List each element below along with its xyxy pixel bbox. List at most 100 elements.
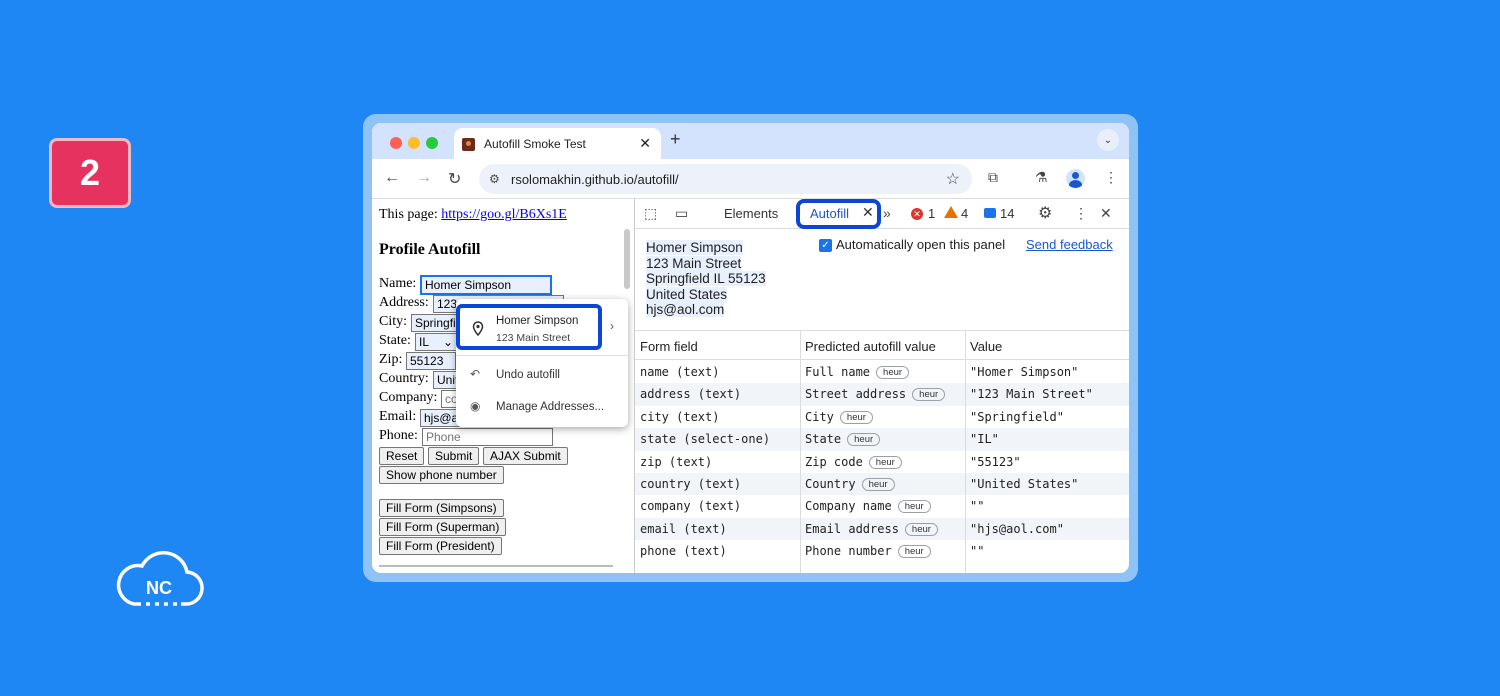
minimize-window-button[interactable] — [408, 137, 420, 149]
address-bar[interactable]: ⚙ rsolomakhin.github.io/autofill/ ☆ — [479, 164, 972, 194]
forward-button[interactable]: → — [416, 169, 432, 187]
close-window-button[interactable] — [390, 137, 402, 149]
reload-button[interactable]: ↻ — [448, 169, 461, 189]
heuristic-badge: heur — [897, 500, 931, 514]
predicted-cell: Street address heur — [800, 383, 965, 405]
table-row[interactable]: zip (text) Zip code heur "55123" — [635, 451, 1129, 473]
zip-input[interactable]: 55123 — [406, 352, 456, 370]
submit-button[interactable]: Submit — [428, 447, 480, 465]
fill-simpsons-button[interactable]: Fill Form (Simpsons) — [379, 499, 504, 517]
table-row[interactable]: phone (text) Phone number heur "" — [635, 540, 1129, 562]
undo-autofill-item[interactable]: Undo autofill — [496, 369, 560, 381]
profile-avatar-icon[interactable] — [1066, 169, 1085, 188]
message-icon[interactable] — [984, 208, 996, 218]
value-cell: "123 Main Street" — [970, 387, 1093, 402]
table-row[interactable]: name (text) Full name heur "Homer Simpson" — [635, 361, 1129, 383]
devtools-panel: ⬚ ▭ Elements Autofill ✕ » ✕ 1 4 14 ⚙ ⋮ ✕ — [634, 199, 1129, 573]
error-icon[interactable]: ✕ — [911, 208, 923, 220]
suggestion-address: 123 Main Street — [496, 332, 571, 344]
address-suggestion[interactable]: Homer Simpson 123 Main Street — [456, 304, 602, 350]
table-row[interactable]: city (text) City heur "Springfield" — [635, 406, 1129, 428]
favicon-icon — [462, 138, 475, 151]
manage-addresses-item[interactable]: Manage Addresses... — [496, 401, 604, 413]
table-row[interactable]: email (text) Email address heur "hjs@aol.co… — [635, 517, 1129, 541]
column-header-form-field[interactable]: Form field — [635, 331, 800, 360]
predicted-cell: Company name heur — [800, 495, 965, 517]
state-select[interactable]: IL ⌄ — [415, 333, 457, 351]
short-link[interactable]: https://goo.gl/B6Xs1E — [441, 207, 567, 222]
warning-icon[interactable] — [944, 206, 958, 218]
message-count[interactable]: 14 — [1000, 206, 1014, 221]
email-input[interactable]: hjs@a — [420, 409, 460, 427]
bookmark-star-icon[interactable]: ☆ — [946, 169, 960, 189]
settings-gear-icon[interactable]: ⚙ — [1038, 203, 1052, 223]
tab-autofill-smoke-test[interactable]: Autofill Smoke Test ✕ — [454, 128, 661, 159]
predicted-value: Zip code — [805, 454, 863, 469]
predicted-cell: Zip code heur — [800, 451, 965, 473]
close-autofill-tab-icon[interactable]: ✕ — [862, 204, 874, 221]
heuristic-badge: heur — [861, 478, 895, 491]
predicted-value: Street address — [805, 387, 907, 402]
predicted-cell: State heur — [800, 428, 965, 450]
device-toolbar-icon[interactable]: ▭ — [675, 205, 688, 222]
table-row[interactable]: address (text) Street address heur "123 Mai… — [635, 383, 1129, 406]
value-cell: "hjs@aol.com" — [970, 521, 1064, 536]
ajax-submit-button[interactable]: AJAX Submit — [483, 447, 568, 465]
auto-open-checkbox[interactable]: ✓ — [819, 239, 832, 252]
tab-autofill[interactable]: Autofill ✕ — [796, 199, 881, 229]
extensions-icon[interactable]: ⧉ — [988, 169, 998, 186]
page-heading: Profile Autofill — [379, 241, 481, 258]
error-count[interactable]: 1 — [928, 206, 935, 221]
autofill-tab-label: Autofill — [810, 206, 850, 221]
url-text[interactable]: rsolomakhin.github.io/autofill/ — [511, 172, 679, 187]
send-feedback-link[interactable]: Send feedback — [1026, 237, 1113, 252]
table-row[interactable]: state (select-one) State heur "IL" — [635, 428, 1129, 451]
fill-president-button[interactable]: Fill Form (President) — [379, 537, 502, 555]
column-header-value[interactable]: Value — [965, 331, 1129, 360]
column-header-predicted[interactable]: Predicted autofill value — [800, 331, 965, 360]
new-tab-button[interactable]: + — [670, 129, 681, 150]
browser-frame: Autofill Smoke Test ✕ + ⌄ ← → ↻ ⚙ rsolom… — [363, 114, 1138, 582]
fill-superman-button[interactable]: Fill Form (Superman) — [379, 518, 507, 536]
predicted-value: Company name — [805, 499, 892, 514]
predicted-cell: Full name heur — [800, 361, 965, 383]
phone-input[interactable]: Phone — [422, 428, 553, 446]
heuristic-badge: heur — [868, 455, 902, 469]
maximize-window-button[interactable] — [426, 137, 438, 149]
labs-flask-icon[interactable]: ⚗ — [1035, 169, 1048, 186]
heuristic-badge: heur — [839, 410, 873, 424]
close-tab-icon[interactable]: ✕ — [639, 135, 651, 152]
label-country: Country: — [379, 371, 429, 386]
label-city: City: — [379, 314, 408, 329]
value-cell: "" — [970, 499, 985, 514]
page-scrollbar[interactable] — [624, 229, 630, 289]
show-phone-button[interactable]: Show phone number — [379, 466, 504, 484]
tab-elements[interactable]: Elements — [724, 206, 778, 221]
form-field-cell: country (text) — [640, 477, 742, 491]
label-zip: Zip: — [379, 352, 403, 367]
tab-search-chevron-icon[interactable]: ⌄ — [1097, 129, 1119, 151]
label-email: Email: — [379, 409, 417, 424]
close-devtools-icon[interactable]: ✕ — [1100, 205, 1112, 222]
site-info-icon[interactable]: ⚙ — [489, 172, 500, 186]
popup-divider — [456, 355, 628, 356]
chevron-right-icon[interactable]: › — [610, 319, 614, 333]
devtools-menu-icon[interactable]: ⋮ — [1074, 205, 1088, 222]
table-row[interactable]: country (text) Country heur "United States" — [635, 473, 1129, 496]
back-button[interactable]: ← — [384, 169, 400, 187]
filled-address-block: Homer Simpson 123 Main Street Springfiel… — [646, 240, 766, 318]
label-state: State: — [379, 333, 411, 348]
form-field-cell: address (text) — [640, 387, 742, 402]
reset-button[interactable]: Reset — [379, 447, 425, 465]
predicted-cell: City heur — [800, 406, 965, 428]
city-input[interactable]: Springfield — [411, 314, 461, 332]
inspect-element-icon[interactable]: ⬚ — [644, 205, 657, 222]
menu-kebab-icon[interactable]: ⋮ — [1104, 169, 1118, 186]
value-cell: "" — [970, 544, 985, 559]
auto-open-label: Automatically open this panel — [836, 237, 1006, 252]
table-row[interactable]: company (text) Company name heur "" — [635, 495, 1129, 517]
dropdown-chevron-icon: ⌄ — [442, 335, 453, 349]
name-input[interactable]: Homer Simpson — [420, 275, 552, 295]
warning-count[interactable]: 4 — [961, 206, 968, 221]
more-tabs-icon[interactable]: » — [883, 205, 891, 221]
